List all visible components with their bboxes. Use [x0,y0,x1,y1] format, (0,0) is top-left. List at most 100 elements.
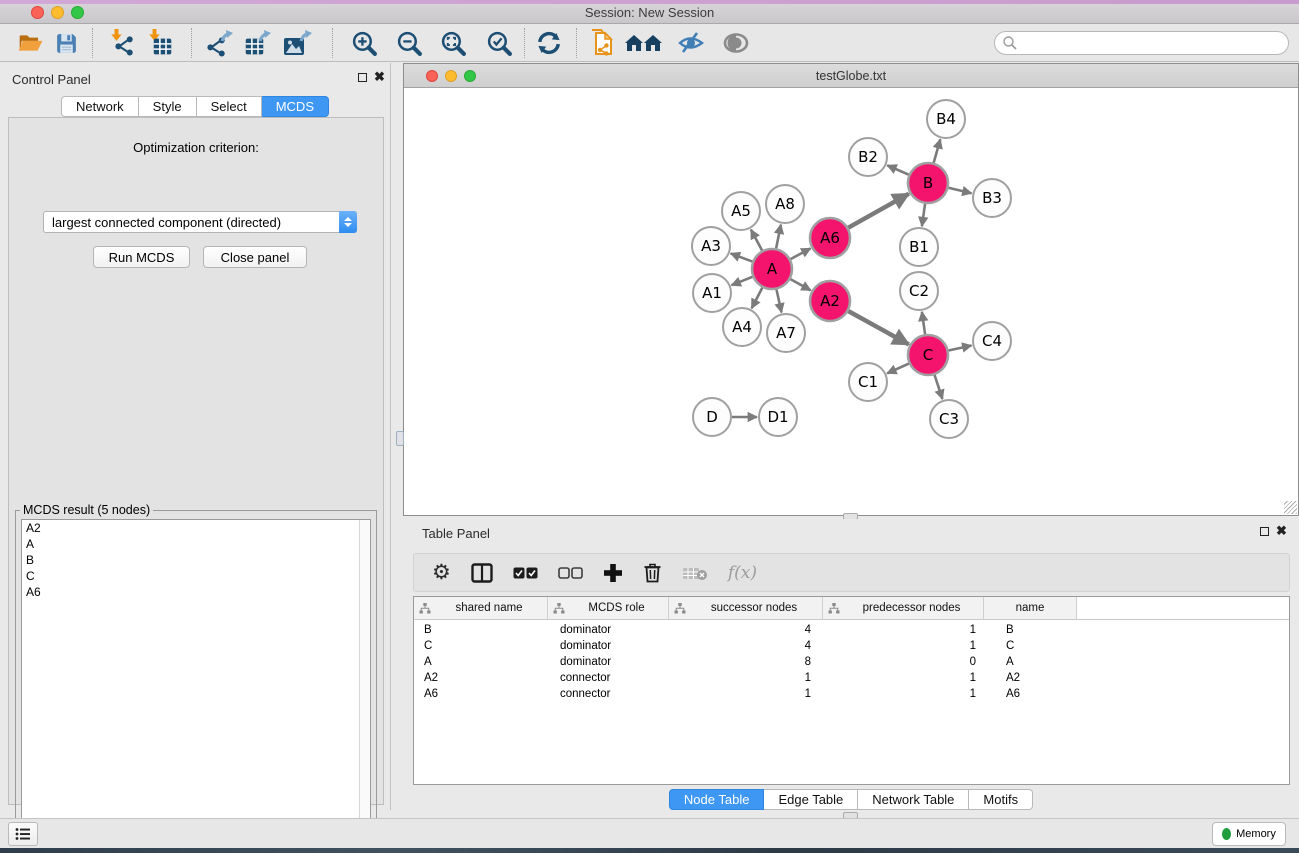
graph-edge-A-A3[interactable] [731,253,753,261]
table-cell[interactable]: 1 [823,640,984,652]
graph-node-A3[interactable]: A3 [692,227,730,265]
window-resize-grip[interactable] [1284,501,1297,514]
tab-motifs[interactable]: Motifs [969,789,1033,810]
graph-node-A7[interactable]: A7 [767,314,805,352]
graph-node-C3[interactable]: C3 [930,400,968,438]
table-cell[interactable]: C [414,640,548,652]
graph-node-A4[interactable]: A4 [723,308,761,346]
table-cell[interactable]: A6 [414,688,548,700]
tab-edge-table[interactable]: Edge Table [764,789,858,810]
table-cell[interactable]: A2 [984,672,1077,684]
close-panel-button[interactable]: Close panel [203,246,307,268]
table-row[interactable]: A6connector11A6 [414,686,1289,702]
table-cell[interactable]: C [984,640,1077,652]
graph-edge-A-A7[interactable] [776,290,781,313]
table-cell[interactable]: B [984,624,1077,636]
graph-edge-C-C4[interactable] [949,345,972,350]
graph-node-A6[interactable]: A6 [810,218,850,258]
float-panel-icon[interactable] [358,73,367,82]
mcds-result-item[interactable]: B [22,552,370,568]
table-cell[interactable]: 1 [823,624,984,636]
table-row[interactable]: A2connector11A2 [414,670,1289,686]
table-cell[interactable]: 4 [669,640,823,652]
graph-node-D[interactable]: D [693,398,731,436]
float-table-panel-icon[interactable] [1260,527,1269,536]
close-table-panel-icon[interactable]: ✖ [1276,526,1287,536]
show-columns-button[interactable] [471,563,493,583]
export-table-button[interactable] [241,27,275,59]
tab-mcds[interactable]: MCDS [262,96,329,117]
graph-node-A5[interactable]: A5 [722,192,760,230]
column-header-name[interactable]: name [984,597,1077,619]
table-cell[interactable]: 8 [669,656,823,668]
tab-select[interactable]: Select [197,96,262,117]
graph-node-A[interactable]: A [752,249,792,289]
table-cell[interactable]: A2 [414,672,548,684]
graph-edge-C-C3[interactable] [935,375,943,399]
tab-node-table[interactable]: Node Table [669,789,765,810]
zoom-selected-button[interactable] [482,27,516,59]
import-table-button[interactable] [143,27,177,59]
graph-edge-B-B3[interactable] [948,188,971,193]
delete-column-button[interactable] [643,562,662,583]
table-cell[interactable]: dominator [548,640,669,652]
select-all-button[interactable] [513,567,538,579]
graph-edge-A2-C[interactable] [848,311,908,344]
graph-edge-A-A5[interactable] [751,230,762,251]
graph-edge-B-B1[interactable] [922,204,925,226]
table-cell[interactable]: 4 [669,624,823,636]
tab-style[interactable]: Style [139,96,197,117]
table-cell[interactable]: 1 [823,688,984,700]
graph-edge-A-A2[interactable] [790,279,810,290]
mcds-result-item[interactable]: A6 [22,584,370,600]
graph-node-B1[interactable]: B1 [900,228,938,266]
export-network-button[interactable] [203,27,237,59]
mcds-list-scrollbar[interactable] [359,520,370,846]
run-mcds-button[interactable]: Run MCDS [93,246,190,268]
add-column-button[interactable] [603,563,623,583]
table-row[interactable]: Cdominator41C [414,638,1289,654]
table-row[interactable]: Bdominator41B [414,622,1289,638]
criterion-dropdown[interactable]: largest connected component (directed) [43,211,357,233]
export-image-button[interactable] [281,27,315,59]
table-cell[interactable]: dominator [548,656,669,668]
graph-node-D1[interactable]: D1 [759,398,797,436]
search-input[interactable] [1022,36,1288,50]
mcds-result-list[interactable]: A2ABCA6 [21,519,371,847]
zoom-in-button[interactable] [347,27,381,59]
table-cell[interactable]: 0 [823,656,984,668]
graph-edge-A-A8[interactable] [776,225,781,249]
table-row[interactable]: Adominator80A [414,654,1289,670]
graph-edge-C-C1[interactable] [887,364,909,374]
graph-node-C2[interactable]: C2 [900,272,938,310]
function-builder-button[interactable]: f(x) [728,563,757,583]
mcds-result-item[interactable]: A2 [22,520,370,536]
network-canvas[interactable]: B4B2BB3A5A8A6A3B1AA1C2A2A4A7C4CC1DD1C3 [404,88,1298,515]
graph-node-A1[interactable]: A1 [693,274,731,312]
table-cell[interactable]: A6 [984,688,1077,700]
deselect-all-button[interactable] [558,567,583,579]
import-network-button[interactable] [105,27,139,59]
graph-edge-A-A1[interactable] [731,277,752,285]
new-network-from-selection-button[interactable] [586,27,620,59]
graph-edge-B-B2[interactable] [887,165,908,174]
graph-node-A2[interactable]: A2 [810,281,850,321]
column-header-successor-nodes[interactable]: successor nodes [669,597,823,619]
graph-edge-C-C2[interactable] [922,312,925,334]
table-cell[interactable]: 1 [669,672,823,684]
home-button[interactable] [622,27,666,59]
zoom-fit-button[interactable] [436,27,470,59]
save-session-button[interactable] [49,27,83,59]
column-header-shared-name[interactable]: shared name [414,597,548,619]
mcds-result-item[interactable]: C [22,568,370,584]
table-cell[interactable]: connector [548,688,669,700]
table-cell[interactable]: A [984,656,1077,668]
graph-node-C1[interactable]: C1 [849,363,887,401]
column-settings-button[interactable]: ⚙ [432,560,451,585]
delete-table-button[interactable] [682,565,708,581]
graph-node-C[interactable]: C [908,335,948,375]
memory-button[interactable]: Memory [1212,822,1286,846]
close-panel-icon[interactable]: ✖ [374,72,385,82]
tab-network-table[interactable]: Network Table [858,789,969,810]
hide-graphics-details-button[interactable] [674,27,708,59]
